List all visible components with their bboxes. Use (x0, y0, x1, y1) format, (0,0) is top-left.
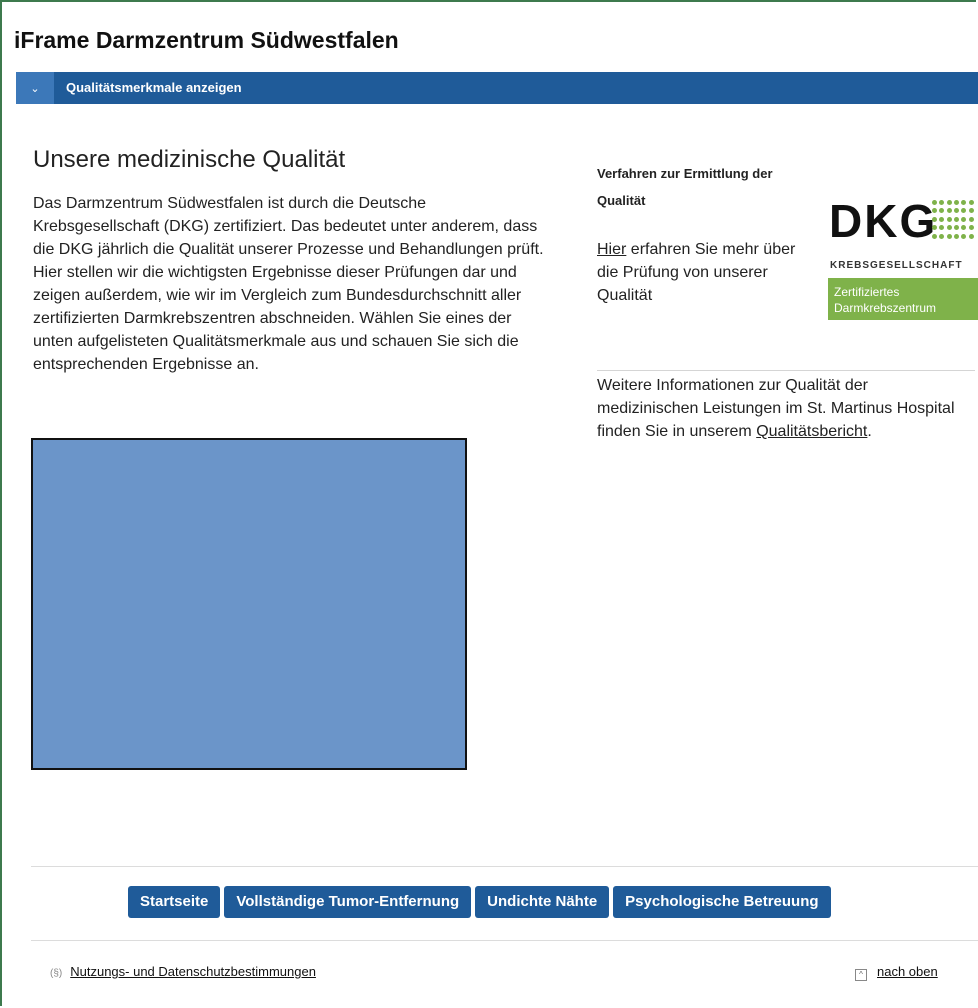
back-to-top-link[interactable]: nach oben (877, 964, 938, 979)
nav-button-tumor-entfernung[interactable]: Vollständige Tumor-Entfernung (224, 886, 472, 918)
show-quality-features-label[interactable]: Qualitätsmerkmale anzeigen (66, 72, 242, 104)
content-placeholder (31, 438, 467, 770)
dkg-logo-letters: DKG (829, 195, 938, 247)
procedure-text: Hier erfahren Sie mehr über die Prüfung … (597, 238, 807, 307)
arrow-up-icon[interactable]: ^ (855, 969, 867, 981)
footer-back-to-top: ^ nach oben (855, 964, 938, 981)
section-icon: (§) (50, 968, 63, 979)
terms-link[interactable]: Nutzungs- und Datenschutzbestimmungen (70, 964, 316, 979)
badge-line-2: Darmkrebszentrum (834, 301, 937, 315)
procedure-text-rest: erfahren Sie mehr über die Prüfung von u… (597, 241, 796, 304)
nav-button-startseite[interactable]: Startseite (128, 886, 221, 918)
nav-button-psychologische-betreuung[interactable]: Psychologische Betreuung (613, 886, 831, 918)
quality-features-bar[interactable]: ⌄ Qualitätsmerkmale anzeigen (16, 72, 978, 104)
footer-divider (31, 940, 978, 941)
more-info-text: Weitere Informationen zur Qualität der m… (597, 374, 957, 443)
badge-line-1: Zertifiziertes (834, 285, 900, 299)
quality-nav: Startseite Vollständige Tumor-Entfernung… (128, 886, 831, 918)
here-link[interactable]: Hier (597, 241, 626, 258)
sidebar-divider (597, 370, 975, 371)
content-divider (31, 866, 978, 867)
footer-terms: (§) Nutzungs- und Datenschutzbestimmungen (50, 964, 316, 979)
dkg-logo-subtitle: KREBSGESELLSCHAFT (830, 260, 963, 271)
chevron-down-icon[interactable]: ⌄ (16, 72, 54, 104)
dkg-dots-icon (932, 200, 974, 240)
nav-button-undichte-naehte[interactable]: Undichte Nähte (475, 886, 610, 918)
main-heading: Unsere medizinische Qualität (33, 146, 346, 173)
more-info-text-end: . (867, 423, 872, 440)
dkg-certified-badge: Zertifiziertes Darmkrebszentrum (828, 278, 978, 320)
quality-report-link[interactable]: Qualitätsbericht (756, 423, 867, 440)
dkg-logo: DKG KREBSGESELLSCHAFT Zertifiziertes Dar… (826, 186, 978, 328)
intro-text: Das Darmzentrum Südwestfalen ist durch d… (33, 195, 544, 373)
procedure-heading: Verfahren zur Ermittlung der Qualität (597, 166, 773, 208)
page-title: iFrame Darmzentrum Südwestfalen (14, 27, 399, 53)
